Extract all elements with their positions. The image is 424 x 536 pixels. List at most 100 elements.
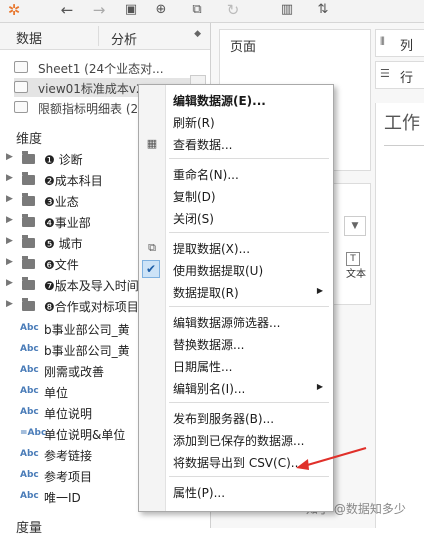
menu-item[interactable]: 编辑数据源(E)... <box>139 89 333 110</box>
menu-item[interactable]: ✔ 使用数据提取(U) <box>139 259 333 280</box>
field-label: 单位 <box>44 386 69 400</box>
duplicate-sheet-icon[interactable]: ⧉ <box>186 1 208 19</box>
field-label: 刚需或改善 <box>44 365 105 379</box>
folder-icon <box>22 277 35 290</box>
check-icon: ✔ <box>142 260 160 278</box>
columns-shelf[interactable]: ⦀ 列 <box>375 29 424 57</box>
menu-item[interactable]: 发布到服务器(B)... <box>139 407 333 428</box>
extract-icon: ⧉ <box>148 241 156 254</box>
folder-label: ❷成本科目 <box>44 174 103 188</box>
field-label: 参考链接 <box>44 449 93 463</box>
save-icon[interactable]: ▣ <box>120 1 142 19</box>
menu-item[interactable]: 复制(D) <box>139 185 333 206</box>
expand-arrow-icon[interactable]: ▶ <box>6 299 13 309</box>
marks-text-label: 文本 <box>346 269 366 280</box>
sheet-divider <box>384 145 424 146</box>
expand-arrow-icon[interactable]: ▶ <box>6 194 13 204</box>
redo-icon[interactable]: → <box>88 1 110 19</box>
folder-icon <box>22 151 35 164</box>
menu-item-label: 替换数据源... <box>173 338 245 352</box>
sort-icon[interactable]: ⇅ <box>312 1 334 19</box>
rows-shelf[interactable]: ☰ 行 <box>375 61 424 89</box>
menu-item-label: 复制(D) <box>173 190 216 204</box>
mark-type-dropdown[interactable]: ▼ <box>344 216 366 236</box>
expand-arrow-icon[interactable]: ▶ <box>6 173 13 183</box>
menu-item-label: 编辑别名(I)... <box>173 382 246 396</box>
rows-icon: ☰ <box>380 67 390 80</box>
menu-separator <box>169 476 329 477</box>
folder-icon <box>22 298 35 311</box>
menu-item-label: 编辑数据源(E)... <box>173 94 266 108</box>
pages-title: 页面 <box>230 40 257 55</box>
datasource-item[interactable]: Sheet1 (24个业态对... <box>14 58 204 77</box>
string-type-icon: Abc <box>20 491 39 501</box>
chart-type-icon[interactable]: ▥ <box>276 1 298 19</box>
menu-item-label: 刷新(R) <box>173 116 215 130</box>
marks-text-button[interactable]: T 文本 <box>342 252 366 280</box>
measures-header: 度量 <box>16 521 43 536</box>
extract-datasource-icon <box>14 81 28 93</box>
menu-item-label: 将数据导出到 CSV(C)... <box>173 456 303 470</box>
folder-label: ❶ 诊断 <box>44 153 83 167</box>
analysis-tab[interactable]: 分析 ◆ <box>98 26 207 48</box>
datasource-context-menu: 编辑数据源(E)... 刷新(R) ▦ 查看数据... 重命名(N)... 复制(D) 关闭… <box>138 84 334 512</box>
menu-item-label: 属性(P)... <box>173 486 226 500</box>
text-icon: T <box>346 252 360 266</box>
menu-item-label: 日期属性... <box>173 360 233 374</box>
undo-icon[interactable]: ← <box>56 1 78 19</box>
folder-icon <box>22 235 35 248</box>
menu-item[interactable]: 属性(P)... <box>139 481 333 502</box>
menu-item[interactable]: 关闭(S) <box>139 207 333 228</box>
tableau-logo-icon[interactable]: ✲ <box>4 1 24 19</box>
menu-item[interactable]: 替换数据源... <box>139 333 333 354</box>
refresh-icon[interactable]: ↻ <box>222 1 244 19</box>
string-type-icon: Abc <box>20 407 39 417</box>
expand-arrow-icon[interactable]: ▶ <box>6 152 13 162</box>
sheet-title[interactable]: 工作 <box>384 109 420 135</box>
submenu-arrow-icon: ▶ <box>316 286 323 295</box>
menu-item[interactable]: 编辑别名(I)... ▶ <box>139 377 333 398</box>
expand-arrow-icon[interactable]: ▶ <box>6 215 13 225</box>
menu-item[interactable]: ▦ 查看数据... <box>139 133 333 154</box>
folder-label: ❹事业部 <box>44 216 91 230</box>
menu-item[interactable]: 数据提取(R) ▶ <box>139 281 333 302</box>
sheet-canvas[interactable]: 工作 <box>375 103 424 528</box>
columns-label: 列 <box>400 39 414 54</box>
menu-item[interactable]: 添加到已保存的数据源... <box>139 429 333 450</box>
datasource-label: Sheet1 (24个业态对... <box>38 62 164 76</box>
string-type-icon: Abc <box>20 323 39 333</box>
expand-arrow-icon[interactable]: ▶ <box>6 236 13 246</box>
datasource-icon <box>14 61 28 73</box>
new-datasource-icon[interactable]: ⊕ <box>150 1 172 19</box>
menu-item-label: 关闭(S) <box>173 212 214 226</box>
columns-icon: ⦀ <box>380 35 385 48</box>
menu-item[interactable]: 刷新(R) <box>139 111 333 132</box>
menu-item[interactable]: 编辑数据源筛选器... <box>139 311 333 332</box>
field-label: 参考项目 <box>44 470 93 484</box>
folder-icon <box>22 172 35 185</box>
datasource-icon <box>14 101 28 113</box>
menu-item[interactable]: 重命名(N)... <box>139 163 333 184</box>
table-icon: ▦ <box>146 137 158 150</box>
menu-item[interactable]: 将数据导出到 CSV(C)... <box>139 451 333 472</box>
string-type-icon: Abc <box>20 344 39 354</box>
menu-item-label: 提取数据(X)... <box>173 242 251 256</box>
menu-item-label: 编辑数据源筛选器... <box>173 316 281 330</box>
field-label: b事业部公司_黄 <box>44 323 130 337</box>
folder-label: ❺ 城市 <box>44 237 83 251</box>
string-type-icon: Abc <box>20 449 39 459</box>
menu-item-label: 添加到已保存的数据源... <box>173 434 305 448</box>
menu-item[interactable]: ⧉ 提取数据(X)... <box>139 237 333 258</box>
datasource-label: view01标准成本v2 <box>38 82 144 96</box>
toolbar: ✲ ← → ▣ ⊕ ⧉ ↻ ▥ ⇅ <box>0 0 424 23</box>
folder-icon <box>22 256 35 269</box>
menu-item-label: 发布到服务器(B)... <box>173 412 275 426</box>
menu-item-label: 使用数据提取(U) <box>173 264 264 278</box>
menu-item[interactable]: 日期属性... <box>139 355 333 376</box>
menu-item-label: 重命名(N)... <box>173 168 239 182</box>
folder-icon <box>22 214 35 227</box>
expand-arrow-icon[interactable]: ▶ <box>6 257 13 267</box>
menu-separator <box>169 306 329 307</box>
expand-arrow-icon[interactable]: ▶ <box>6 278 13 288</box>
data-tab[interactable]: 数据 <box>16 28 42 47</box>
